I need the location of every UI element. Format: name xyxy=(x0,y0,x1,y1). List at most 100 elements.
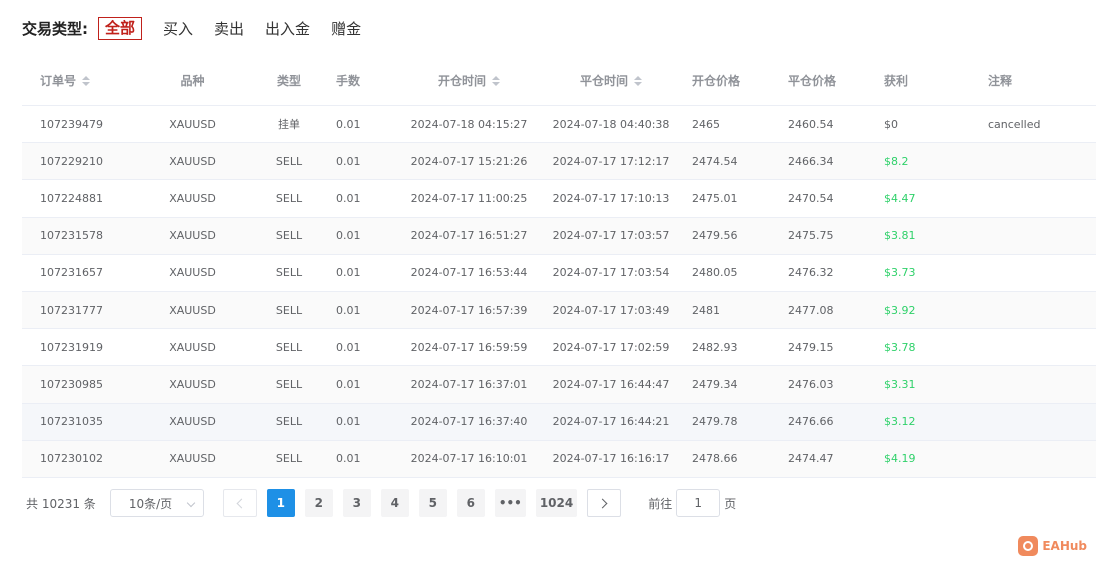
cell-type: SELL xyxy=(275,191,303,205)
cell-open-price: 2474.54 xyxy=(692,154,738,168)
page-button-1[interactable]: 1 xyxy=(266,489,295,517)
filter-option-bonus[interactable]: 赠金 xyxy=(331,18,361,39)
cell-close-price: 2476.03 xyxy=(788,377,834,391)
cell-close-time: 2024-07-17 17:03:54 xyxy=(552,266,670,280)
cell-profit: $3.78 xyxy=(884,340,916,354)
logo-icon xyxy=(1018,536,1039,556)
cell-type: SELL xyxy=(275,340,303,354)
cell-lots: 0.01 xyxy=(336,154,361,168)
cell-symbol: XAUUSD xyxy=(169,452,216,466)
cell-order-id: 107229210 xyxy=(40,154,103,168)
filter-label: 交易类型: xyxy=(22,19,88,38)
filter-option-all[interactable]: 全部 xyxy=(98,16,143,40)
cell-order-id: 107231919 xyxy=(40,340,103,354)
cell-open-time: 2024-07-17 16:53:44 xyxy=(410,266,528,280)
cell-open-price: 2478.66 xyxy=(692,452,738,466)
table-row[interactable]: 107231035 XAUUSD SELL 0.01 2024-07-17 16:37:… xyxy=(22,403,1096,441)
cell-symbol: XAUUSD xyxy=(169,303,216,317)
page-size-select[interactable]: 10条/页 xyxy=(109,489,204,517)
cell-order-id: 107239479 xyxy=(40,117,103,131)
cell-open-time: 2024-07-17 16:59:59 xyxy=(410,340,528,354)
page-button-4[interactable]: 4 xyxy=(380,489,409,517)
prev-page-button[interactable] xyxy=(222,489,257,517)
page-button-6[interactable]: 6 xyxy=(456,489,485,517)
chevron-down-icon xyxy=(186,498,196,508)
cell-symbol: XAUUSD xyxy=(169,191,216,205)
more-pages-button[interactable]: ••• xyxy=(494,489,526,517)
cell-symbol: XAUUSD xyxy=(169,154,216,168)
cell-type: SELL xyxy=(275,229,303,243)
goto-page: 前往 页 xyxy=(648,489,736,517)
orders-table: 订单号 品种 类型 手数 开仓时间 平仓时间 开仓价格 平仓价格 获利 注释 1… xyxy=(22,56,1096,478)
cell-close-time: 2024-07-17 17:12:17 xyxy=(552,154,670,168)
cell-close-price: 2475.75 xyxy=(788,229,834,243)
cell-order-id: 107231657 xyxy=(40,266,103,280)
cell-close-time: 2024-07-17 16:44:21 xyxy=(552,415,670,429)
cell-open-time: 2024-07-17 16:10:01 xyxy=(410,452,528,466)
sort-icon[interactable] xyxy=(492,75,500,86)
goto-page-input[interactable] xyxy=(676,489,721,517)
cell-lots: 0.01 xyxy=(336,303,361,317)
table-row[interactable]: 107231657 XAUUSD SELL 0.01 2024-07-17 16:53:… xyxy=(22,255,1096,292)
sort-icon[interactable] xyxy=(634,75,642,86)
table-row[interactable]: 107231777 XAUUSD SELL 0.01 2024-07-17 16:57:… xyxy=(22,291,1096,330)
cell-open-time: 2024-07-17 16:51:27 xyxy=(410,229,528,243)
cell-open-time: 2024-07-17 16:57:39 xyxy=(410,303,528,317)
sort-icon[interactable] xyxy=(82,75,91,86)
page-button-2[interactable]: 2 xyxy=(304,489,333,517)
table-row[interactable]: 107229210 XAUUSD SELL 0.01 2024-07-17 15:21:… xyxy=(22,143,1096,181)
cell-profit: $8.2 xyxy=(884,154,909,168)
page-button-5[interactable]: 5 xyxy=(418,489,447,517)
cell-lots: 0.01 xyxy=(336,377,361,391)
cell-profit: $4.19 xyxy=(884,452,916,466)
brand-logo: EAHub xyxy=(1018,536,1087,556)
header-close-time[interactable]: 平仓时间 xyxy=(540,72,682,89)
header-order-id[interactable]: 订单号 xyxy=(22,72,137,89)
cell-open-price: 2479.56 xyxy=(692,229,738,243)
page-button-3[interactable]: 3 xyxy=(342,489,371,517)
filter-option-deposit-withdraw[interactable]: 出入金 xyxy=(265,18,310,39)
filter-option-sell[interactable]: 卖出 xyxy=(214,18,244,39)
cell-order-id: 107231578 xyxy=(40,229,103,243)
cell-profit: $3.81 xyxy=(884,229,916,243)
cell-type: SELL xyxy=(275,377,303,391)
page-button-1024[interactable]: 1024 xyxy=(535,489,578,517)
cell-close-price: 2460.54 xyxy=(788,117,834,131)
cell-symbol: XAUUSD xyxy=(169,415,216,429)
cell-close-price: 2466.34 xyxy=(788,154,834,168)
cell-lots: 0.01 xyxy=(336,415,361,429)
cell-open-time: 2024-07-17 16:37:40 xyxy=(410,415,528,429)
cell-profit: $3.92 xyxy=(884,303,916,317)
cell-order-id: 107230102 xyxy=(40,452,103,466)
cell-symbol: XAUUSD xyxy=(169,266,216,280)
cell-order-id: 107231035 xyxy=(40,415,103,429)
cell-type: SELL xyxy=(275,266,303,280)
cell-symbol: XAUUSD xyxy=(169,340,216,354)
cell-lots: 0.01 xyxy=(336,266,361,280)
table-row[interactable]: 107231919 XAUUSD SELL 0.01 2024-07-17 16:59:… xyxy=(22,329,1096,367)
cell-close-time: 2024-07-17 17:02:59 xyxy=(552,340,670,354)
cell-profit: $4.47 xyxy=(884,191,916,205)
table-row[interactable]: 107230102 XAUUSD SELL 0.01 2024-07-17 16:10:… xyxy=(22,440,1096,478)
cell-close-price: 2477.08 xyxy=(788,303,834,317)
table-row[interactable]: 107224881 XAUUSD SELL 0.01 2024-07-17 11:00:… xyxy=(22,180,1096,218)
cell-close-price: 2470.54 xyxy=(788,191,834,205)
trade-type-filter: 交易类型: 全部 买入 卖出 出入金 赠金 xyxy=(22,16,382,40)
header-profit: 获利 xyxy=(884,74,909,88)
cell-close-time: 2024-07-17 17:03:49 xyxy=(552,303,670,317)
cell-symbol: XAUUSD xyxy=(169,117,216,131)
table-row[interactable]: 107239479 XAUUSD 挂单 0.01 2024-07-18 04:15:27… xyxy=(22,106,1096,144)
cell-close-time: 2024-07-17 17:10:13 xyxy=(552,191,670,205)
table-row[interactable]: 107231578 XAUUSD SELL 0.01 2024-07-17 16:51:… xyxy=(22,217,1096,255)
cell-profit: $0 xyxy=(884,117,898,131)
next-page-button[interactable] xyxy=(587,489,622,517)
cell-type: 挂单 xyxy=(278,118,300,132)
header-symbol: 品种 xyxy=(180,74,205,88)
page-list: 1 2 3 4 5 6 ••• 1024 xyxy=(266,489,587,517)
filter-option-buy[interactable]: 买入 xyxy=(163,18,193,39)
total-count: 共 10231 条 xyxy=(26,496,96,511)
header-open-time[interactable]: 开仓时间 xyxy=(398,72,540,89)
table-row[interactable]: 107230985 XAUUSD SELL 0.01 2024-07-17 16:37:… xyxy=(22,366,1096,404)
cell-lots: 0.01 xyxy=(336,340,361,354)
pagination: 共 10231 条 10条/页 123456 ••• 1024 前往 页 xyxy=(26,489,736,517)
